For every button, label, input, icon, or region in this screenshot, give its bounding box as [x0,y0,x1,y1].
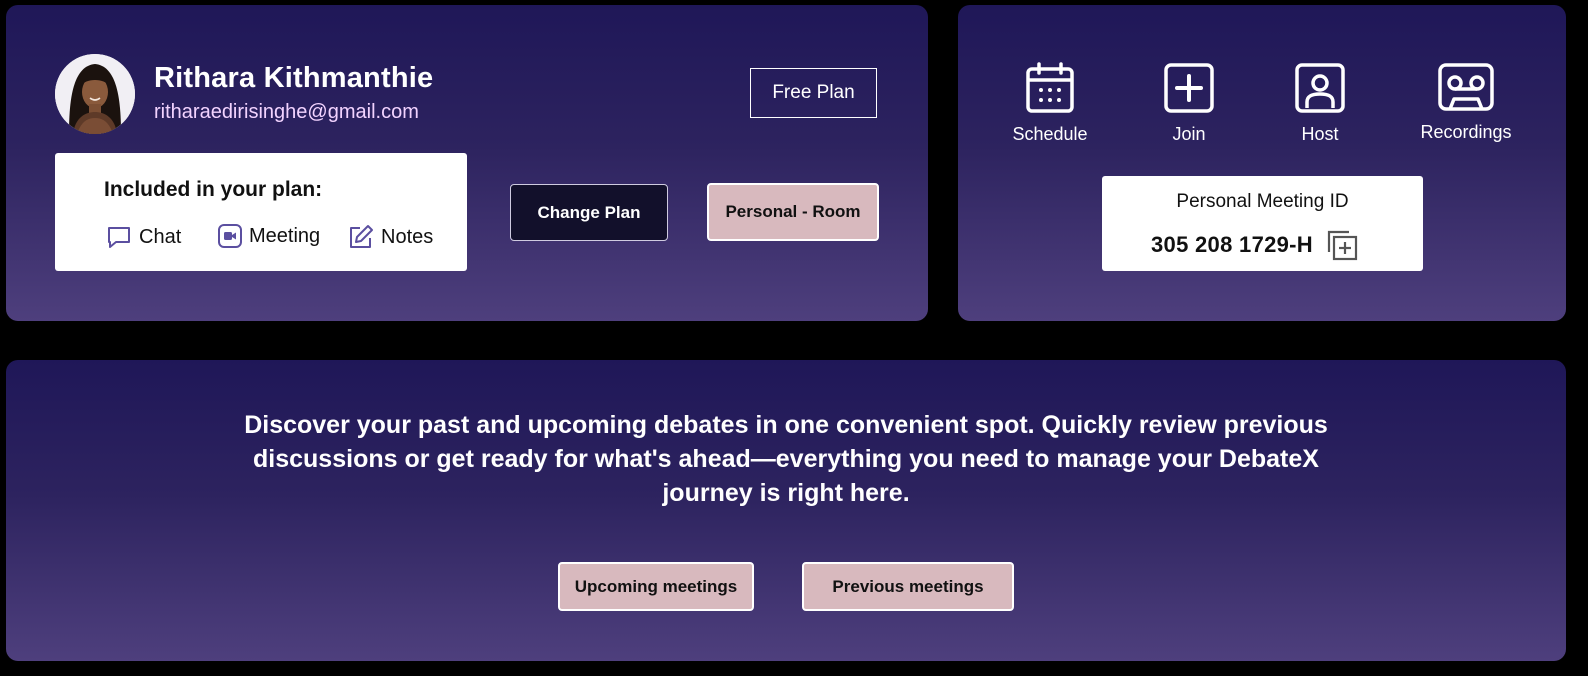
edit-note-icon [350,225,373,248]
recordings-label: Recordings [1420,122,1512,142]
video-camera-icon [218,224,242,248]
debates-panel: Discover your past and upcoming debates … [6,360,1566,661]
feature-label-meeting: Meeting [249,224,321,247]
included-title: Included in your plan: [104,178,323,201]
schedule-label: Schedule [1012,124,1088,144]
profile-panel: Rithara Kithmanthie ritharaedirisinghe@g… [6,5,928,321]
meeting-id-value: 305 208 1729-H [1151,232,1313,257]
user-email: ritharaedirisinghe@gmail.com [154,101,419,123]
user-name: Rithara Kithmanthie [154,62,434,94]
plus-square-icon [1164,63,1214,113]
user-portrait-icon [1295,63,1345,113]
host-label: Host [1301,124,1339,144]
change-plan-button[interactable]: Change Plan [510,184,668,241]
personal-room-button[interactable]: Personal - Room [707,183,879,241]
meeting-id-row: 305 208 1729-H [1151,228,1359,262]
schedule-action[interactable]: Schedule [995,62,1105,145]
feature-notes: Notes [347,223,433,251]
feature-label-chat: Chat [139,225,182,248]
calendar-icon [1026,62,1074,113]
join-action[interactable]: Join [1134,62,1244,145]
join-label: Join [1172,124,1206,144]
feature-meeting: Meeting [217,223,320,249]
debates-description: Discover your past and upcoming debates … [244,411,1328,507]
recordings-action[interactable]: Recordings [1411,62,1521,143]
feature-label-notes: Notes [381,225,434,248]
personal-meeting-id-card: Personal Meeting ID 305 208 1729-H [1102,176,1423,271]
previous-meetings-button[interactable]: Previous meetings [802,562,1014,611]
upcoming-meetings-button[interactable]: Upcoming meetings [558,562,754,611]
actions-panel: Schedule Join Host Recordings Personal M… [958,5,1566,321]
chat-icon [108,227,130,248]
included-features-card: Included in your plan: Chat Meeting Note… [55,153,467,271]
copy-icon[interactable] [1325,228,1359,262]
avatar-photo [55,54,135,134]
meeting-id-label: Personal Meeting ID [1176,191,1349,212]
cassette-icon [1438,63,1494,111]
plan-badge: Free Plan [750,68,877,118]
host-action[interactable]: Host [1265,62,1375,145]
feature-chat: Chat [105,223,181,251]
avatar[interactable] [55,54,135,134]
